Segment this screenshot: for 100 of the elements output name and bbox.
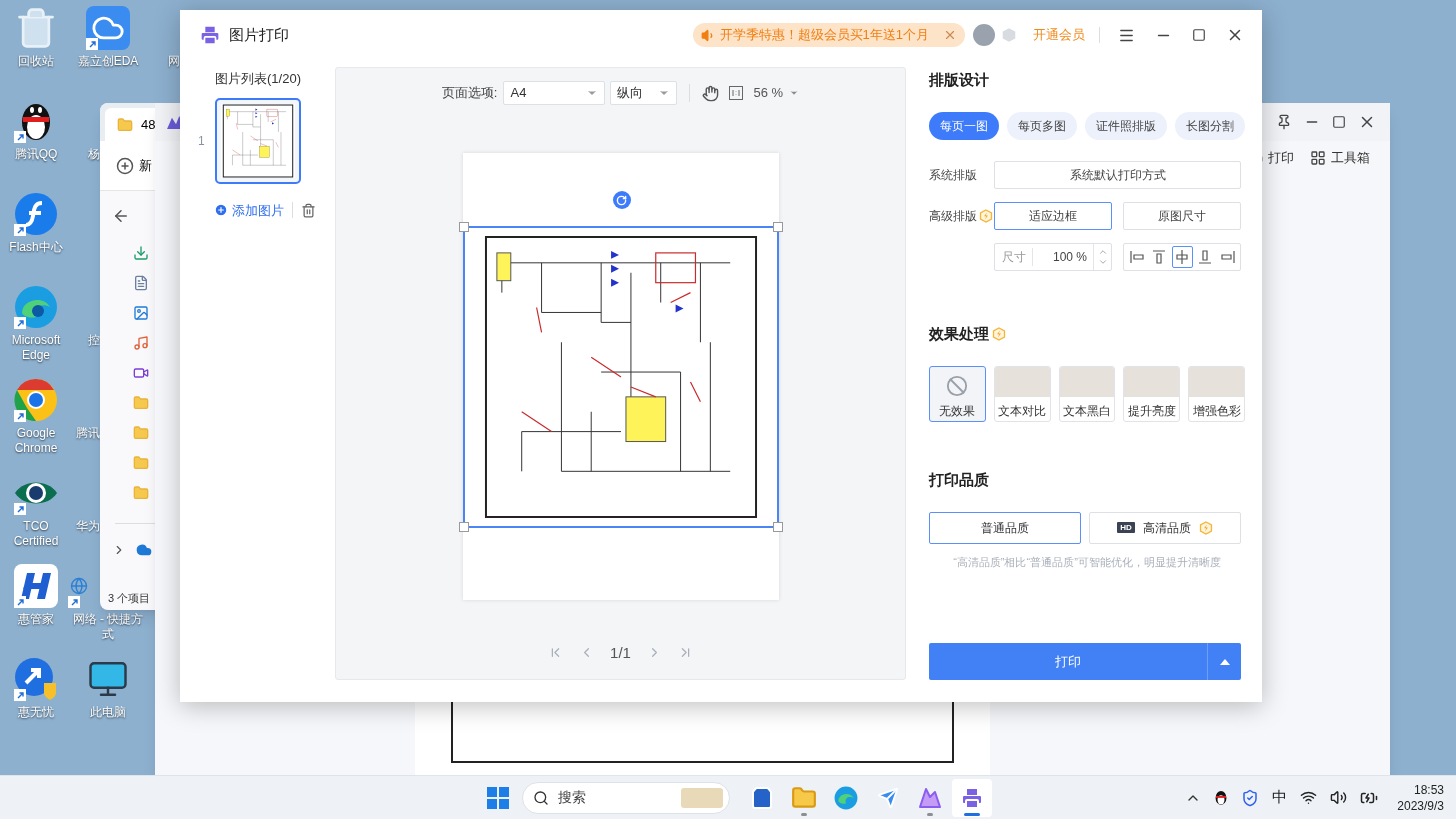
- page-indicator: 1/1: [610, 642, 631, 663]
- print-options-button[interactable]: [1207, 643, 1241, 680]
- resize-handle[interactable]: [772, 222, 783, 232]
- system-print-field[interactable]: 系统默认打印方式: [994, 160, 1241, 189]
- quality-hint: “高清品质”相比“普通品质”可智能优化，明显提升清晰度: [952, 554, 1222, 570]
- printer-icon: [199, 24, 221, 46]
- folder-icon: [117, 116, 133, 133]
- zoom-select[interactable]: 56 %: [753, 83, 800, 103]
- section-title: 效果处理: [929, 323, 989, 344]
- app-logo-icon: [14, 657, 58, 701]
- badge-icon: [1001, 27, 1017, 43]
- decoration-icon: [681, 787, 723, 808]
- clock[interactable]: 18:53 2023/9/3: [1397, 781, 1444, 814]
- effect-option[interactable]: 文本对比: [993, 366, 1051, 422]
- desktop-icon-label: 腾讯: [76, 426, 100, 441]
- quality-option[interactable]: HD 高清品质: [1089, 511, 1241, 544]
- no-effect-icon: [946, 375, 969, 397]
- caret-icon: [1219, 658, 1230, 665]
- maximize-icon[interactable]: [1332, 115, 1346, 129]
- app-logo-icon: [14, 564, 58, 608]
- app-logo-icon: [14, 378, 58, 422]
- desktop-icon-label: 控: [88, 333, 100, 348]
- taskbar-app-button[interactable]: [952, 778, 992, 817]
- section-title: 排版设计: [929, 70, 990, 90]
- resize-handle[interactable]: [772, 522, 783, 532]
- effect-option[interactable]: 无效果: [929, 366, 986, 422]
- photo-placeholder: [1124, 367, 1180, 397]
- folder-icon: [791, 784, 817, 811]
- search-field[interactable]: 搜索: [522, 781, 730, 814]
- search-icon: [533, 789, 549, 806]
- picture-icon[interactable]: [133, 305, 149, 321]
- mountain-icon: [918, 785, 942, 810]
- dialog-title: 图片打印: [229, 24, 289, 45]
- app-logo-icon: [14, 285, 58, 329]
- actual-size-icon[interactable]: [729, 86, 744, 100]
- bolt-badge-icon: [992, 326, 1006, 341]
- app-logo-icon: [834, 785, 858, 810]
- desktop-icon-label: 华为: [76, 519, 100, 534]
- bolt-badge-icon: [1198, 520, 1213, 535]
- document-icon[interactable]: [133, 275, 149, 291]
- layout-tab[interactable]: 每页多图: [1007, 111, 1077, 140]
- hand-icon[interactable]: [702, 84, 720, 102]
- grid-icon: [1310, 150, 1326, 166]
- resize-handle[interactable]: [458, 522, 469, 532]
- maximize-icon[interactable]: [1192, 28, 1206, 42]
- caret-icon: [789, 88, 800, 98]
- effect-option[interactable]: 文本黑白: [1058, 366, 1116, 422]
- photo-placeholder: [1059, 367, 1115, 397]
- print-button[interactable]: 打印: [929, 643, 1207, 680]
- globe-icon: [70, 577, 88, 595]
- new-button[interactable]: 新: [116, 155, 152, 176]
- rotate-icon: [616, 194, 627, 206]
- effect-option[interactable]: 增强色彩: [1188, 366, 1245, 422]
- quality-option[interactable]: 普通品质: [929, 511, 1081, 544]
- wifi-icon[interactable]: [1300, 789, 1318, 806]
- layout-tab[interactable]: 长图分割: [1175, 111, 1245, 140]
- layout-tab[interactable]: 证件照排版: [1085, 111, 1167, 140]
- orientation-select[interactable]: 纵向: [610, 81, 678, 105]
- image-number: 1: [198, 132, 205, 150]
- back-icon[interactable]: [112, 207, 130, 225]
- shopping-bag-icon: [750, 785, 774, 810]
- paper-plane-icon: [877, 786, 899, 809]
- shield-icon[interactable]: [1241, 788, 1260, 807]
- resize-handle[interactable]: [458, 222, 469, 232]
- plus-icon: [214, 203, 228, 218]
- toolbox-button[interactable]: 工具箱: [1310, 148, 1370, 168]
- align-center-icon[interactable]: [1171, 245, 1193, 268]
- plus-icon: [116, 156, 134, 175]
- windows-logo-icon: [487, 786, 509, 809]
- effect-option[interactable]: 提升亮度: [1123, 366, 1181, 422]
- desktop-icon-label: 杨: [88, 147, 100, 162]
- penguin-icon[interactable]: [1214, 789, 1229, 806]
- trash-icon[interactable]: [301, 202, 316, 218]
- image-thumbnail[interactable]: [214, 97, 301, 184]
- avatar: [973, 24, 995, 46]
- fit-option-button[interactable]: 适应边框: [994, 201, 1112, 230]
- image-list-title: 图片列表(1/20): [214, 70, 302, 88]
- video-icon[interactable]: [133, 365, 149, 381]
- download-icon[interactable]: [133, 245, 149, 261]
- paper-size-select[interactable]: A4: [503, 81, 606, 105]
- app-logo-icon: [14, 192, 58, 236]
- input-method[interactable]: 中: [1272, 786, 1288, 809]
- volume-icon[interactable]: [1330, 789, 1348, 806]
- rotate-handle[interactable]: [612, 191, 631, 209]
- shortcut-arrow-icon: [68, 596, 80, 608]
- item-count: 3 个项目: [108, 590, 151, 606]
- field-label: 高级排版: [929, 207, 977, 225]
- layout-tab[interactable]: 每页一图: [929, 111, 999, 140]
- photo-placeholder: [994, 367, 1050, 397]
- fit-option-button[interactable]: 原图尺寸: [1123, 201, 1241, 230]
- section-title: 打印品质: [929, 470, 990, 490]
- add-image-button[interactable]: 添加图片: [214, 200, 284, 220]
- desktop-icon-label: 网: [168, 54, 180, 69]
- bolt-badge-icon: [979, 208, 993, 223]
- pin-icon[interactable]: [1276, 114, 1292, 130]
- photo-placeholder: [1189, 367, 1244, 397]
- field-label: 系统排版: [929, 166, 978, 184]
- music-icon[interactable]: [133, 335, 149, 351]
- hd-badge: HD: [1117, 522, 1135, 533]
- cloud-icon[interactable]: [136, 542, 152, 558]
